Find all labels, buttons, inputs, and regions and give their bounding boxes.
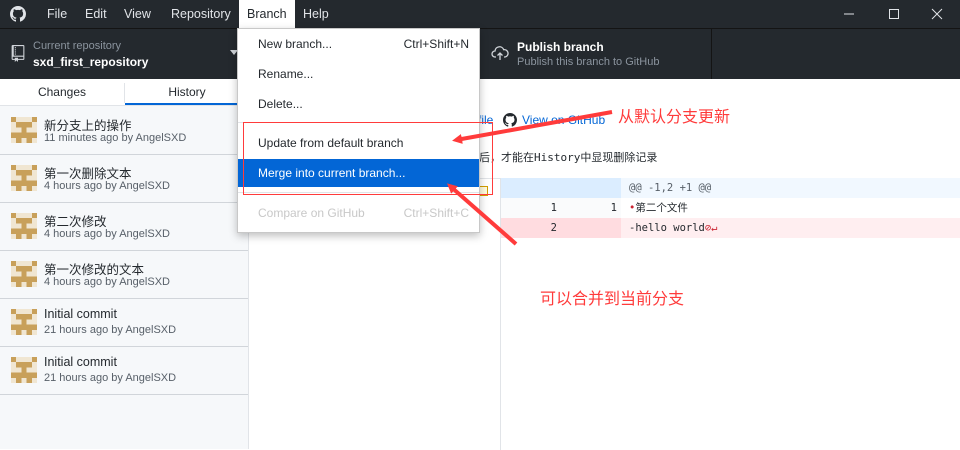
- tab-changes[interactable]: Changes: [0, 79, 124, 105]
- commit-meta: 21 hours ago by AngelSXD: [44, 372, 177, 384]
- menu-item-label: Compare on GitHub: [258, 206, 365, 220]
- view-on-github-link[interactable]: View on GitHub: [522, 113, 605, 127]
- diff-line-deleted: 2 -hello world⊘↵: [501, 218, 960, 238]
- avatar: [11, 213, 37, 239]
- commit-item[interactable]: Initial commit 21 hours ago by AngelSXD: [0, 346, 248, 395]
- annotation-merge-note: 可以合并到当前分支: [540, 289, 685, 308]
- old-line-number: 2: [501, 218, 561, 238]
- avatar: [11, 261, 37, 287]
- menu-item-delete[interactable]: Delete...: [238, 90, 479, 118]
- menu-branch[interactable]: Branch: [239, 0, 295, 28]
- maximize-icon: [889, 9, 899, 19]
- commit-item[interactable]: Initial commit 21 hours ago by AngelSXD: [0, 298, 248, 347]
- commit-list: 新分支上的操作 11 minutes ago by AngelSXD 第一次删除…: [0, 106, 248, 449]
- commit-item[interactable]: 第一次修改的文本 4 hours ago by AngelSXD: [0, 250, 248, 299]
- menu-item-new-branch[interactable]: New branch... Ctrl+Shift+N: [238, 30, 479, 58]
- avatar: [11, 309, 37, 335]
- shortcut-label: Ctrl+Shift+N: [403, 37, 469, 51]
- current-repository-selector[interactable]: Current repository sxd_first_repository: [0, 29, 249, 79]
- toolbar: Current repository sxd_first_repository …: [0, 28, 960, 79]
- commit-message: Initial commit: [44, 307, 117, 321]
- maximize-button[interactable]: [871, 0, 917, 28]
- annotation-highlight-box: [243, 122, 493, 195]
- new-line-number: [561, 218, 621, 238]
- diff-hunk-header: @@ -1,2 +1 @@: [501, 178, 960, 198]
- repository-caption: Current repository: [33, 40, 122, 52]
- close-icon: [931, 8, 943, 20]
- commit-item[interactable]: 第二次修改 4 hours ago by AngelSXD: [0, 202, 248, 251]
- menu-item-compare-on-github[interactable]: Compare on GitHub Ctrl+Shift+C: [238, 199, 479, 227]
- minimize-button[interactable]: [826, 0, 872, 28]
- publish-branch-title: Publish branch: [517, 40, 604, 54]
- github-logo-icon: [503, 113, 517, 127]
- menu-edit[interactable]: Edit: [77, 0, 115, 28]
- menu-repository[interactable]: Repository: [163, 0, 239, 28]
- avatar: [11, 357, 37, 383]
- commit-meta: 4 hours ago by AngelSXD: [44, 276, 170, 288]
- avatar: [11, 117, 37, 143]
- diff-line-text: -hello world: [629, 222, 705, 234]
- menu-item-label: New branch...: [258, 37, 333, 51]
- minimize-icon: [844, 13, 854, 15]
- menu-item-label: Delete...: [258, 97, 303, 111]
- old-line-number: 1: [501, 198, 561, 218]
- sidebar: Changes History 新分支上的操作 11 minutes ago b…: [0, 79, 249, 449]
- sidebar-tabs: Changes History: [0, 79, 249, 106]
- diff-view: @@ -1,2 +1 @@ 1 1 •第二个文件 2 -hello world⊘…: [501, 178, 960, 238]
- new-line-number: 1: [561, 198, 621, 218]
- shortcut-label: Ctrl+Shift+C: [403, 206, 469, 220]
- avatar: [11, 165, 37, 191]
- github-logo-icon: [10, 6, 26, 22]
- commit-item[interactable]: 第一次删除文本 4 hours ago by AngelSXD: [0, 154, 248, 203]
- hunk-text: @@ -1,2 +1 @@: [629, 182, 712, 194]
- menu-item-rename[interactable]: Rename...: [238, 60, 479, 88]
- cloud-upload-icon: [491, 46, 509, 60]
- diff-line-content: -hello world⊘↵: [629, 218, 718, 238]
- publish-branch-subtitle: Publish this branch to GitHub: [517, 56, 660, 68]
- tab-history[interactable]: History: [125, 79, 249, 105]
- menu-file[interactable]: File: [39, 0, 75, 28]
- annotation-update-note: 从默认分支更新: [618, 107, 731, 126]
- repository-icon: [11, 45, 25, 62]
- no-newline-marker: ⊘↵: [704, 222, 718, 234]
- commit-message: Initial commit: [44, 355, 117, 369]
- publish-branch-button[interactable]: Publish branch Publish this branch to Gi…: [478, 29, 712, 79]
- commit-meta: 4 hours ago by AngelSXD: [44, 228, 170, 240]
- menu-view[interactable]: View: [116, 0, 159, 28]
- close-button[interactable]: [914, 0, 960, 28]
- commit-meta: 11 minutes ago by AngelSXD: [44, 132, 187, 144]
- title-bar: File Edit View Repository Branch Help: [0, 0, 960, 28]
- diff-line-content: •第二个文件: [629, 198, 688, 218]
- diff-line-text: 第二个文件: [635, 202, 688, 214]
- new-line-number: [561, 178, 621, 198]
- commit-meta: 4 hours ago by AngelSXD: [44, 180, 170, 192]
- repository-name: sxd_first_repository: [33, 55, 149, 69]
- commit-item[interactable]: 新分支上的操作 11 minutes ago by AngelSXD: [0, 106, 248, 155]
- menu-item-label: Rename...: [258, 67, 314, 81]
- commit-description: 后，才能在History中显现删除记录: [479, 151, 658, 164]
- diff-line: 1 1 •第二个文件: [501, 198, 960, 218]
- commit-meta: 21 hours ago by AngelSXD: [44, 324, 177, 336]
- menu-help[interactable]: Help: [295, 0, 337, 28]
- old-line-number: [501, 178, 561, 198]
